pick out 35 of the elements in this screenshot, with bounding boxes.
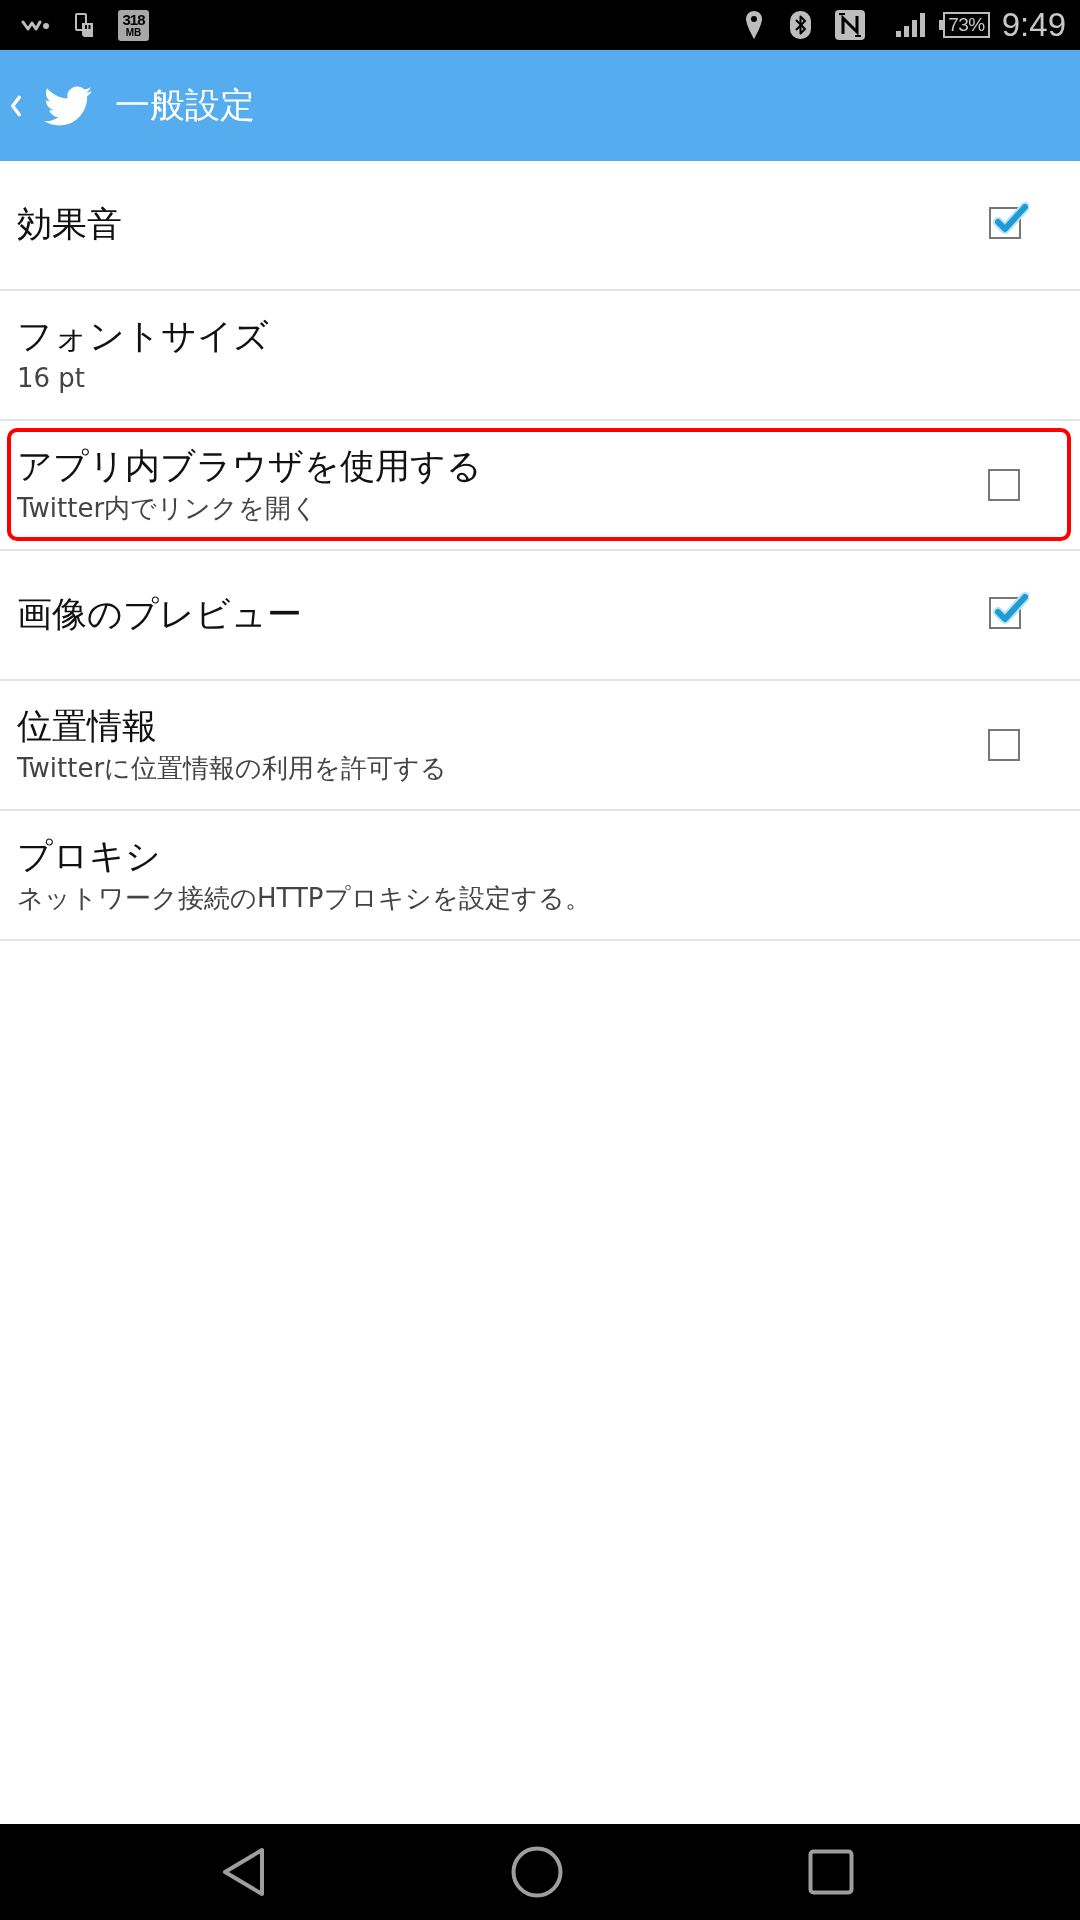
checkbox[interactable] [987, 202, 1029, 240]
setting-row[interactable]: フォントサイズ 16 pt [0, 291, 1080, 421]
chevron-icon [10, 94, 22, 117]
storage-amount: 318 [122, 12, 145, 27]
storage-unit: MB [125, 28, 142, 38]
signal-icon [896, 13, 927, 37]
setting-title: プロキシ [17, 835, 161, 879]
setting-description: 16 pt [17, 361, 86, 395]
setting-title: 効果音 [17, 203, 122, 247]
setting-description: Twitter内でリンクを開く [17, 491, 319, 525]
back-triangle-icon[interactable] [222, 1847, 266, 1897]
memory-card-icon [75, 12, 94, 38]
setting-title: 位置情報 [17, 705, 157, 749]
setting-title: 画像のプレビュー [17, 593, 302, 637]
clock-time: 9:49 [1001, 6, 1066, 44]
checkbox[interactable] [987, 592, 1029, 630]
setting-title: フォントサイズ [17, 315, 269, 359]
setting-title: アプリ内ブラウザを使用する [17, 445, 482, 489]
bird-icon [44, 85, 92, 126]
setting-row[interactable]: 位置情報 Twitterに位置情報の利用を許可する [0, 681, 1080, 811]
setting-row[interactable]: 効果音 [0, 161, 1080, 291]
location-pin-icon [745, 10, 764, 40]
battery-percent: 73% [943, 12, 990, 38]
setting-row[interactable]: プロキシ ネットワーク接続のHTTPプロキシを設定する。 [0, 811, 1080, 941]
checkbox[interactable] [988, 729, 1020, 761]
setting-row[interactable]: アプリ内ブラウザを使用する Twitter内でリンクを開く [0, 421, 1080, 551]
home-circle-icon[interactable] [511, 1846, 563, 1898]
screen-title: 一般設定 [115, 84, 255, 127]
setting-description: ネットワーク接続のHTTPプロキシを設定する。 [17, 881, 591, 915]
setting-description: Twitterに位置情報の利用を許可する [17, 751, 448, 785]
recents-square-icon[interactable] [808, 1849, 854, 1895]
checkbox[interactable] [988, 469, 1020, 501]
nfc-icon [835, 10, 866, 40]
setting-row[interactable]: 画像のプレビュー [0, 551, 1080, 681]
bluetooth-icon [790, 11, 812, 39]
